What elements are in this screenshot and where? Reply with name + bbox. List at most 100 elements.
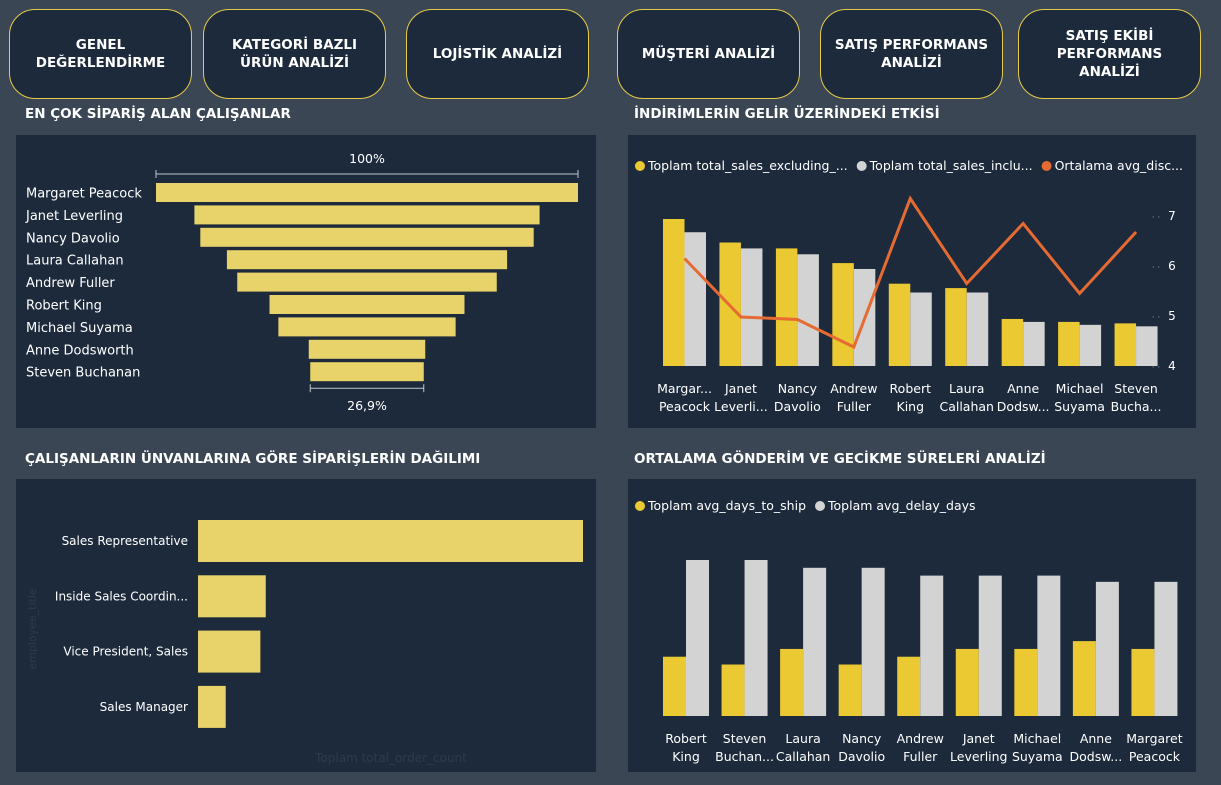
bar-series-1 [832, 263, 854, 366]
x-tick-label: Callahan [776, 749, 831, 764]
funnel-title: EN ÇOK SİPARİŞ ALAN ÇALIŞANLAR [25, 106, 291, 122]
x-tick-label: Bucha... [1111, 399, 1162, 414]
nav-satis-ekibi-performans-analizi[interactable]: SATIŞ EKİBİ PERFORMANS ANALİZİ [1018, 9, 1201, 99]
funnel-category-label: Michael Suyama [26, 321, 133, 336]
bar-series-2 [861, 567, 885, 716]
y2-tick-dot: · · [1152, 213, 1161, 223]
legend-marker [1041, 161, 1052, 171]
bar-series-2 [1136, 326, 1158, 366]
x-tick-label: King [672, 749, 700, 764]
legend-marker [635, 161, 645, 171]
x-tick-label: Janet [724, 381, 757, 396]
nav-musteri-analizi[interactable]: MÜŞTERİ ANALİZİ [617, 9, 800, 99]
titles-chart-title: ÇALIŞANLARIN ÜNVANLARINA GÖRE SİPARİŞLER… [25, 451, 481, 467]
bar-series-1 [721, 664, 745, 716]
bar-series-2 [1023, 321, 1045, 366]
bar-series-1 [1114, 323, 1137, 366]
x-tick-label: Michael [1013, 731, 1061, 746]
funnel-top-label: 100% [349, 151, 385, 166]
funnel-bar [269, 295, 465, 314]
titles-panel: Sales Representative Inside Sales Coordin… [16, 479, 596, 772]
bar-series-1 [1072, 641, 1096, 716]
y-tick-label: Vice President, Sales [63, 645, 188, 659]
x-tick-label: Leverling [950, 749, 1007, 764]
discount-chart-title: İNDİRİMLERİN GELİR ÜZERİNDEKİ ETKİSİ [634, 106, 940, 122]
x-tick-label: Nancy [778, 381, 818, 396]
bar-series-2 [1079, 324, 1102, 366]
funnel-bar [308, 339, 426, 359]
funnel-category-label: Laura Callahan [26, 254, 124, 269]
bar-series-2 [966, 292, 989, 366]
y2-tick-label: 6 [1168, 259, 1176, 273]
x-tick-label: Leverli... [714, 399, 768, 414]
nav-satis-performans-analizi[interactable]: SATIŞ PERFORMANS ANALİZİ [820, 9, 1003, 99]
legend-label: Toplam total_sales_excluding_... [647, 158, 848, 173]
x-tick-label: Peacock [1129, 749, 1181, 764]
x-tick-label: Suyama [1012, 749, 1063, 764]
x-tick-label: Peacock [659, 399, 711, 414]
funnel-bar [278, 317, 456, 337]
title-bar [198, 575, 266, 618]
x-axis-title: Toplam total_order_count [314, 751, 467, 765]
x-tick-label: Andrew [897, 731, 944, 746]
x-tick-label: Nancy [842, 731, 882, 746]
x-tick-label: Michael [1056, 381, 1104, 396]
bar-series-2 [744, 560, 768, 716]
bar-series-1 [1058, 321, 1080, 366]
y2-tick-dot: · · [1152, 263, 1161, 273]
y2-tick-label: 7 [1168, 209, 1176, 223]
x-tick-label: Steven [1114, 381, 1158, 396]
bar-series-1 [663, 656, 686, 716]
y2-tick-dot: · · [1152, 313, 1161, 323]
x-tick-label: Margar... [657, 381, 712, 396]
x-tick-label: Robert [890, 381, 932, 396]
x-tick-label: Suyama [1054, 399, 1105, 414]
x-tick-label: Fuller [903, 749, 938, 764]
x-tick-label: Callahan [939, 399, 994, 414]
discount-chart: Toplam total_sales_excluding_... Toplam t… [635, 158, 1183, 414]
legend-label: Toplam avg_delay_days [827, 498, 976, 513]
bar-series-1 [1014, 648, 1038, 716]
y2-tick-label: 4 [1168, 359, 1176, 373]
x-tick-label: Laura [785, 731, 820, 746]
bar-series-1 [955, 648, 979, 716]
x-tick-label: Buchan... [715, 749, 774, 764]
nav-kategori-bazli-urun-analizi[interactable]: KATEGORİ BAZLI ÜRÜN ANALİZİ [203, 9, 386, 99]
y2-tick-dot: · · [1152, 363, 1161, 373]
funnel-category-label: Andrew Fuller [26, 276, 115, 291]
funnel-category-label: Robert King [26, 299, 102, 314]
legend-label: Toplam total_sales_inclu... [869, 158, 1033, 173]
funnel-category-label: Anne Dodsworth [26, 343, 134, 358]
funnel-bar [226, 250, 508, 270]
bar-series-2 [920, 575, 944, 716]
bar-series-1 [775, 248, 798, 366]
bar-series-2 [797, 254, 819, 366]
funnel-category-label: Steven Buchanan [26, 366, 140, 381]
nav-lojistik-analizi[interactable]: LOJİSTİK ANALİZİ [406, 9, 589, 99]
x-tick-label: Anne [1080, 731, 1112, 746]
x-tick-label: Dodsw... [997, 399, 1050, 414]
bar-series-1 [780, 648, 804, 716]
funnel-bar [310, 362, 424, 382]
x-tick-label: Dodsw... [1070, 749, 1123, 764]
funnel-panel: 100% Margaret Peacock Janet Leverling Nancy… [16, 135, 596, 428]
bar-series-1 [663, 219, 685, 366]
funnel-bar [194, 205, 540, 225]
nav-genel-degerlendirme[interactable]: GENEL DEĞERLENDİRME [9, 9, 192, 99]
funnel-bar [237, 272, 497, 292]
bar-series-2 [803, 567, 827, 716]
bar-series-1 [888, 283, 911, 366]
funnel-bar [156, 183, 578, 202]
funnel-category-label: Margaret Peacock [26, 187, 142, 202]
funnel-category-label: Nancy Davolio [26, 231, 120, 246]
funnel-chart: 100% Margaret Peacock Janet Leverling Nancy… [25, 151, 579, 413]
x-tick-label: Anne [1007, 381, 1039, 396]
bar-series-1 [1131, 648, 1155, 716]
shipping-panel: Toplam avg_days_to_ship Toplam avg_delay_… [628, 479, 1196, 772]
x-tick-label: Laura [949, 381, 984, 396]
legend-marker [635, 501, 645, 511]
legend-marker [856, 161, 867, 171]
x-tick-label: Margaret [1126, 731, 1183, 746]
legend-label: Ortalama avg_disc... [1055, 158, 1183, 173]
funnel-category-label: Janet Leverling [25, 209, 123, 224]
